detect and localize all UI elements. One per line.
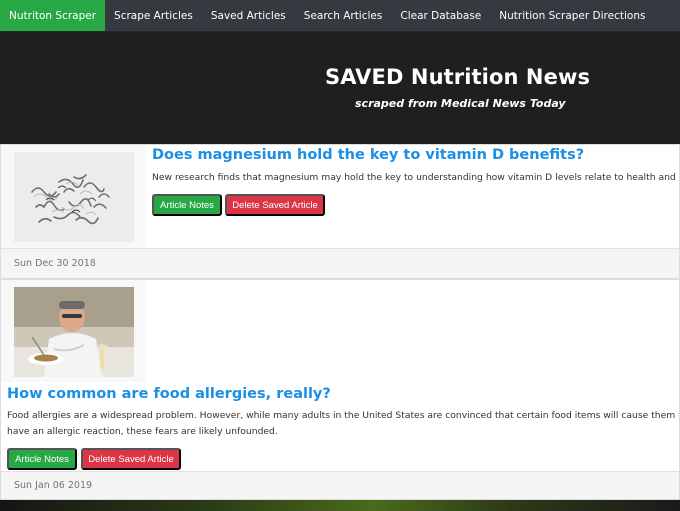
nav-brand[interactable]: Nutriton Scraper — [0, 0, 106, 31]
article-notes-button[interactable]: Article Notes — [152, 194, 222, 216]
hero-banner: SAVED Nutrition News scraped from Medica… — [0, 32, 680, 144]
article-headline-link[interactable]: How common are food allergies, really? — [7, 386, 331, 402]
article-date-footer: Sun Jan 06 2019 — [1, 471, 679, 499]
article-card: Does magnesium hold the key to vitamin D… — [0, 144, 680, 279]
nav-search-articles[interactable]: Search Articles — [295, 0, 392, 31]
top-navbar: Nutriton Scraper Scrape Articles Saved A… — [0, 0, 680, 32]
page-title: SAVED Nutrition News — [325, 65, 591, 89]
nav-saved-articles[interactable]: Saved Articles — [202, 0, 295, 31]
article-headline-link[interactable]: Does magnesium hold the key to vitamin D… — [152, 147, 584, 163]
article-thumbnail-frame — [1, 145, 146, 249]
article-thumbnail — [14, 152, 134, 242]
man-eating-image — [14, 287, 134, 377]
delete-saved-article-button[interactable]: Delete Saved Article — [81, 448, 181, 470]
article-summary: New research finds that magnesium may ho… — [152, 172, 680, 183]
article-date: Sun Jan 06 2019 — [14, 480, 93, 491]
article-date: Sun Dec 30 2018 — [14, 258, 96, 269]
article-notes-button[interactable]: Article Notes — [7, 448, 77, 470]
article-date-footer: Sun Dec 30 2018 — [1, 248, 679, 278]
magnesium-shavings-image — [14, 152, 134, 242]
nav-directions[interactable]: Nutrition Scraper Directions — [490, 0, 654, 31]
article-summary: Food allergies are a widespread problem.… — [7, 410, 680, 437]
article-thumbnail — [14, 287, 134, 377]
article-card: How common are food allergies, really? F… — [0, 279, 680, 500]
page-subtitle: scraped from Medical News Today — [355, 97, 566, 110]
page-background-strip — [0, 500, 680, 511]
nav-scrape-articles[interactable]: Scrape Articles — [105, 0, 202, 31]
delete-saved-article-button[interactable]: Delete Saved Article — [225, 194, 325, 216]
nav-clear-database[interactable]: Clear Database — [391, 0, 490, 31]
article-thumbnail-frame — [1, 280, 146, 382]
